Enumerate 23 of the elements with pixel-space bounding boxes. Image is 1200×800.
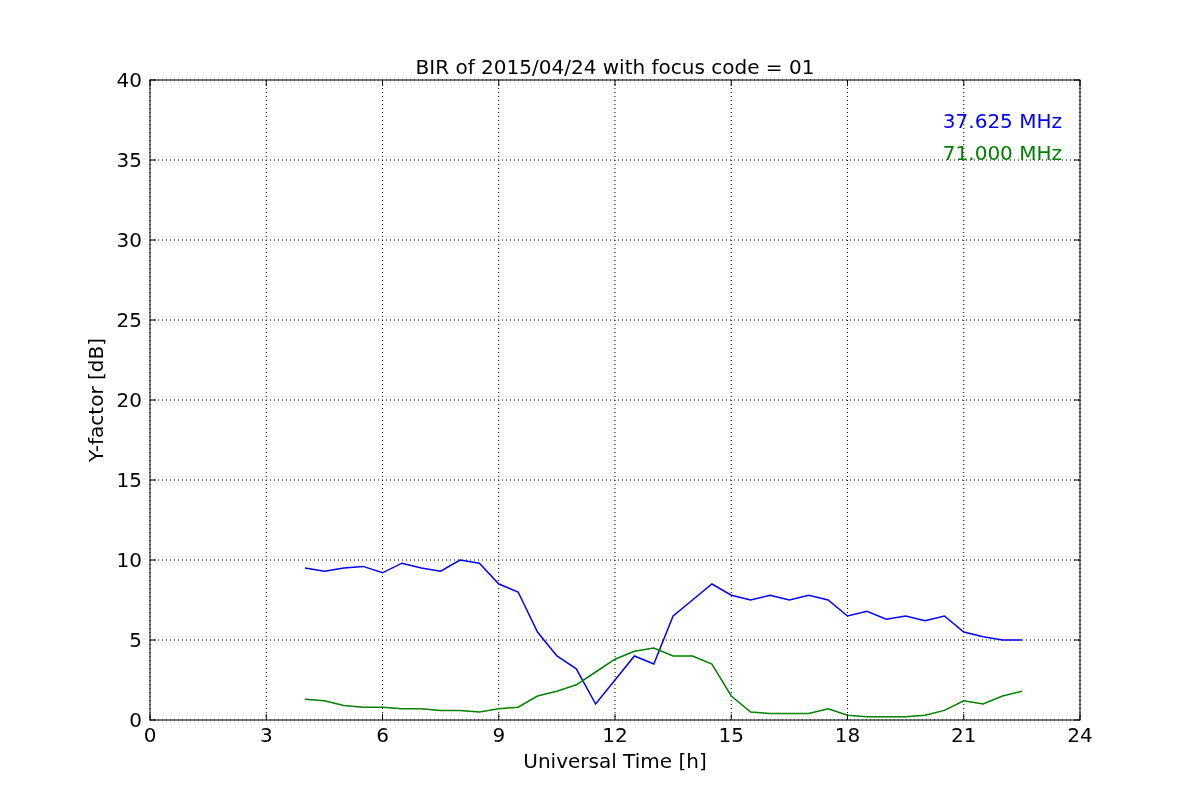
x-tick-label: 6 [376,723,389,747]
y-tick-label: 20 [116,388,142,412]
chart-title: BIR of 2015/04/24 with focus code = 01 [415,55,815,79]
y-tick-label: 30 [116,228,142,252]
x-tick-label: 24 [1067,723,1093,747]
x-tick-label: 15 [718,723,744,747]
legend-label: 71.000 MHz [942,141,1062,165]
y-axis-label: Y-factor [dB] [84,338,108,462]
x-tick-label: 18 [834,723,861,747]
legend-label: 37.625 MHz [942,109,1062,133]
y-tick-label: 5 [129,628,142,652]
y-tick-label: 10 [116,548,142,572]
y-tick-label: 15 [116,468,142,492]
x-tick-label: 3 [259,723,273,747]
y-tick-label: 35 [116,148,142,172]
x-tick-label: 0 [143,723,157,747]
x-tick-label: 12 [602,723,628,747]
x-axis-label: Universal Time [h] [523,749,707,773]
x-tick-label: 9 [492,723,506,747]
y-tick-label: 40 [116,68,142,92]
y-tick-label: 25 [116,308,142,332]
x-tick-label: 21 [951,723,977,747]
y-tick-label: 0 [129,708,142,732]
